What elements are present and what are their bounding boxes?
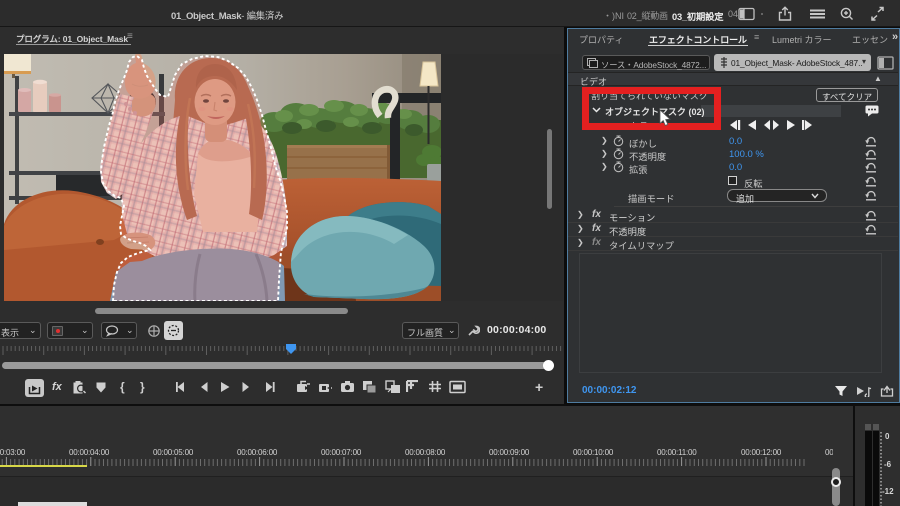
svg-text:0: 0 (885, 432, 890, 441)
svg-text:-6: -6 (884, 460, 892, 469)
svg-text:-12: -12 (882, 487, 894, 496)
